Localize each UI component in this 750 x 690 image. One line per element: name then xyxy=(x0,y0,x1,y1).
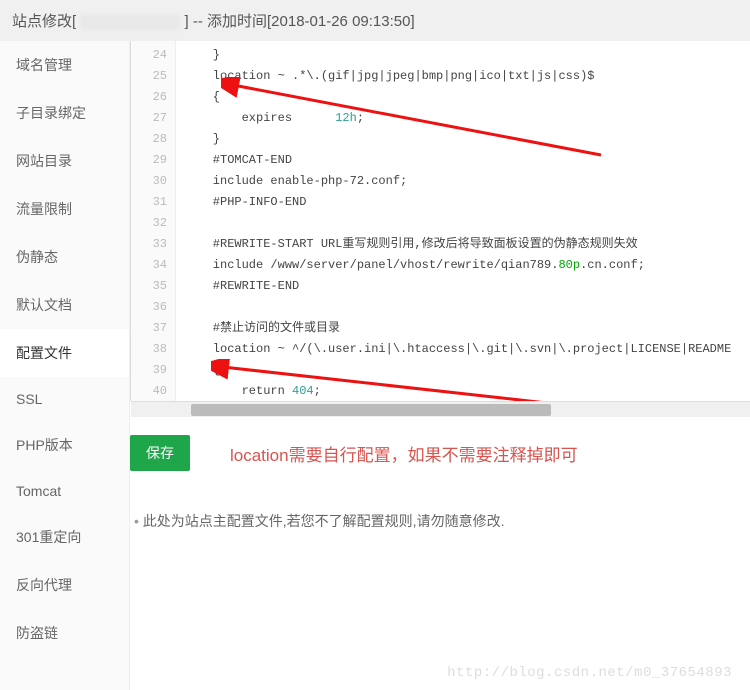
sidebar-item[interactable]: 伪静态 xyxy=(0,233,129,281)
footer-note: 此处为站点主配置文件,若您不了解配置规则,请勿随意修改. xyxy=(130,511,730,531)
scrollbar-thumb[interactable] xyxy=(191,404,551,416)
sidebar-item[interactable]: 流量限制 xyxy=(0,185,129,233)
sidebar-item[interactable]: 反向代理 xyxy=(0,561,129,609)
main: 域名管理子目录绑定网站目录流量限制伪静态默认文档配置文件SSLPHP版本Tomc… xyxy=(0,41,750,690)
sidebar-item[interactable]: 子目录绑定 xyxy=(0,89,129,137)
code-editor[interactable]: 242526272829303132333435363738394041 } l… xyxy=(130,41,750,401)
sidebar-item[interactable]: PHP版本 xyxy=(0,421,129,469)
sidebar-item[interactable]: 防盗链 xyxy=(0,609,129,657)
below-editor: 保存 location需要自行配置，如果不需要注释掉即可 此处为站点主配置文件,… xyxy=(130,417,750,531)
header-prefix: 站点修改[ xyxy=(12,13,76,30)
header-suffix: ] -- 添加时间[2018-01-26 09:13:50] xyxy=(185,13,415,30)
dialog-header: 站点修改[ ] -- 添加时间[2018-01-26 09:13:50] xyxy=(0,0,750,41)
sidebar-item[interactable]: SSL xyxy=(0,377,129,421)
watermark: http://blog.csdn.net/m0_37654893 xyxy=(447,665,732,681)
horizontal-scrollbar[interactable] xyxy=(131,401,750,417)
sidebar-item[interactable]: 网站目录 xyxy=(0,137,129,185)
annotation-text: location需要自行配置，如果不需要注释掉即可 xyxy=(230,441,578,466)
sidebar-item[interactable]: 默认文档 xyxy=(0,281,129,329)
sidebar-item[interactable]: Tomcat xyxy=(0,469,129,513)
sidebar-item[interactable]: 域名管理 xyxy=(0,41,129,89)
save-button[interactable]: 保存 xyxy=(130,435,190,471)
content: 242526272829303132333435363738394041 } l… xyxy=(130,41,750,690)
sidebar: 域名管理子目录绑定网站目录流量限制伪静态默认文档配置文件SSLPHP版本Tomc… xyxy=(0,41,130,690)
sidebar-item[interactable]: 301重定向 xyxy=(0,513,129,561)
header-sitename-redacted xyxy=(80,14,180,30)
sidebar-item[interactable]: 配置文件 xyxy=(0,329,129,377)
line-gutter: 242526272829303132333435363738394041 xyxy=(131,41,176,401)
code-area[interactable]: } location ~ .*\.(gif|jpg|jpeg|bmp|png|i… xyxy=(176,41,750,401)
